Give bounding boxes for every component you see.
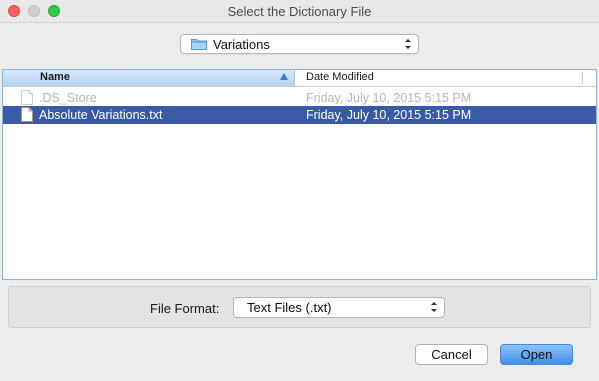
file-row-absolute-variations[interactable]: Absolute Variations.txt Friday, July 10,… bbox=[3, 106, 596, 124]
file-format-value: Text Files (.txt) bbox=[247, 300, 332, 315]
up-down-arrows-icon bbox=[404, 37, 412, 51]
file-date: Friday, July 10, 2015 5:15 PM bbox=[306, 108, 472, 122]
open-button[interactable]: Open bbox=[500, 344, 573, 365]
file-format-panel: File Format: Text Files (.txt) bbox=[8, 286, 591, 328]
folder-icon bbox=[191, 38, 207, 50]
sort-ascending-icon bbox=[280, 73, 288, 80]
document-icon bbox=[21, 90, 33, 105]
file-format-label: File Format: bbox=[150, 301, 220, 316]
up-down-arrows-icon bbox=[430, 300, 438, 314]
file-list-header: Name Date Modified bbox=[3, 70, 596, 87]
cancel-button[interactable]: Cancel bbox=[415, 344, 488, 365]
file-list[interactable]: Name Date Modified .DS_Store Friday, Jul… bbox=[2, 69, 597, 280]
column-divider bbox=[582, 72, 583, 84]
folder-location-popup[interactable]: Variations bbox=[180, 34, 419, 54]
folder-name: Variations bbox=[213, 37, 270, 52]
file-name: Absolute Variations.txt bbox=[39, 108, 163, 122]
window-title: Select the Dictionary File bbox=[227, 4, 372, 19]
document-icon bbox=[21, 107, 33, 122]
name-column-header[interactable]: Name bbox=[3, 70, 295, 86]
file-dialog: Select the Dictionary File Variations Na… bbox=[0, 0, 599, 381]
file-date: Friday, July 10, 2015 5:15 PM bbox=[306, 91, 472, 105]
name-column-label: Name bbox=[40, 71, 70, 83]
file-row-ds-store: .DS_Store Friday, July 10, 2015 5:15 PM bbox=[3, 89, 596, 107]
file-format-select[interactable]: Text Files (.txt) bbox=[233, 297, 445, 318]
date-modified-column-header[interactable]: Date Modified bbox=[306, 71, 374, 83]
file-name: .DS_Store bbox=[39, 91, 97, 105]
title-bar: Select the Dictionary File bbox=[0, 0, 599, 23]
